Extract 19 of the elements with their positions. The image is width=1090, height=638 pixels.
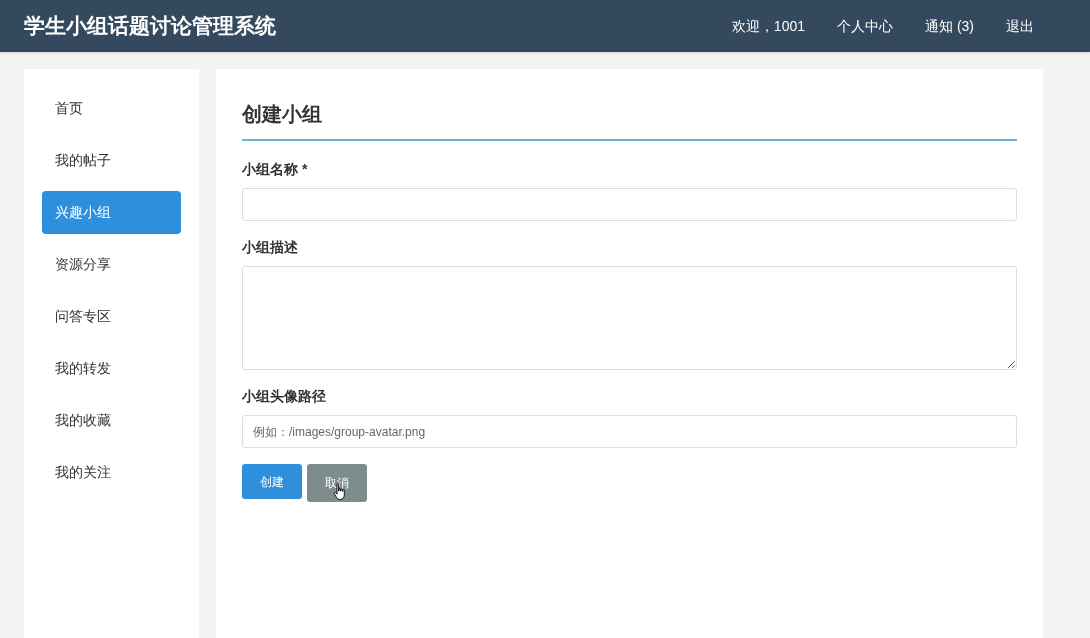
page-title: 创建小组 bbox=[242, 102, 323, 127]
nav-link[interactable]: 个人中心 bbox=[837, 15, 893, 37]
sidebar-item[interactable]: 我的收藏 bbox=[42, 399, 181, 442]
sidebar-item[interactable]: 首页 bbox=[42, 87, 181, 130]
input-field[interactable]: 例如：/images/group-avatar.png bbox=[242, 415, 1017, 448]
sidebar-item[interactable]: 资源分享 bbox=[42, 243, 181, 286]
field-label: 小组名称 * bbox=[242, 160, 309, 179]
nav-link[interactable]: 退出 bbox=[1006, 15, 1034, 37]
nav-link[interactable]: 欢迎，1001 bbox=[731, 15, 805, 37]
sidebar-item[interactable]: 我的帖子 bbox=[42, 139, 181, 182]
field-label: 小组头像路径 bbox=[242, 387, 327, 406]
sidebar-item[interactable]: 我的转发 bbox=[42, 347, 181, 390]
field-label: 小组描述 bbox=[242, 238, 299, 257]
app-title: 学生小组话题讨论管理系统 bbox=[24, 13, 276, 40]
description-field[interactable] bbox=[242, 266, 1017, 370]
nav-link[interactable]: 通知 (3) bbox=[925, 15, 974, 37]
sidebar-item[interactable]: 我的关注 bbox=[42, 451, 181, 494]
sidebar-item[interactable]: 问答专区 bbox=[42, 295, 181, 338]
input-field[interactable] bbox=[242, 188, 1017, 221]
